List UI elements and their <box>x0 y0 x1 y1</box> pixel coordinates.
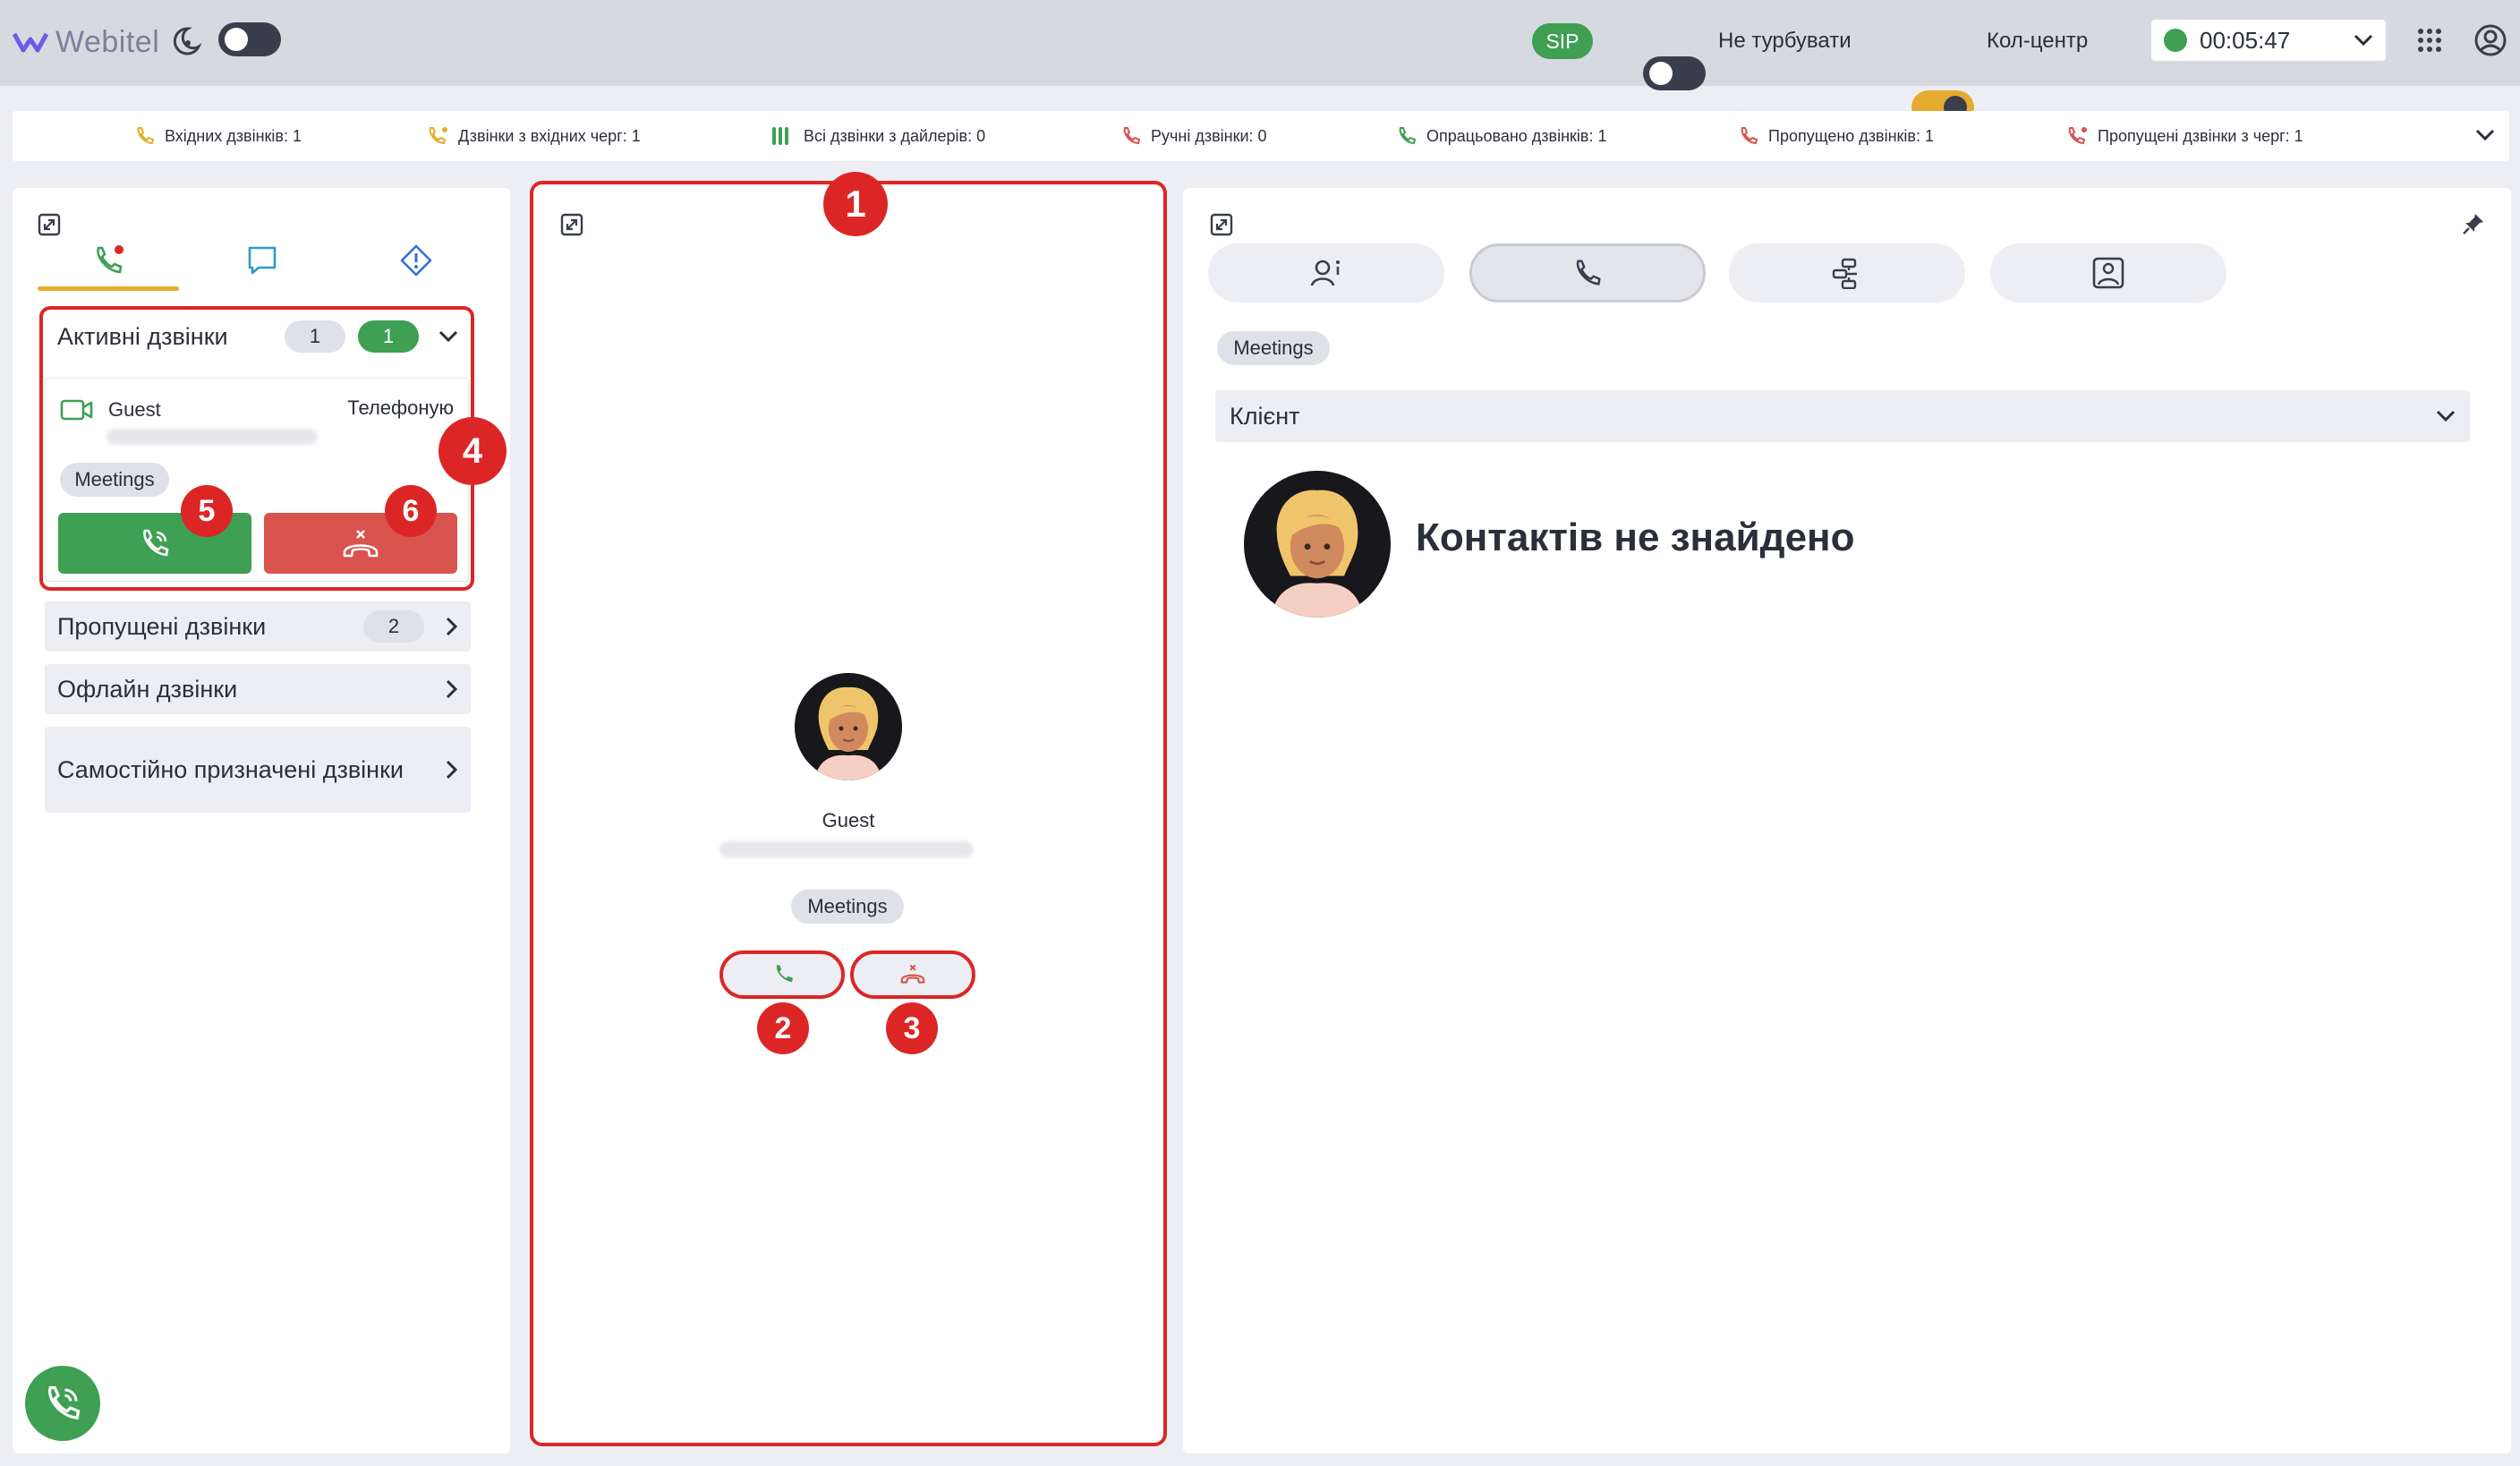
annotation-marker-1: 1 <box>823 172 888 236</box>
night-mode-icon[interactable] <box>168 23 204 59</box>
stat-label: Вхідних дзвінків: 1 <box>165 126 302 145</box>
tab-call-details[interactable] <box>1469 243 1706 303</box>
status-timer-select[interactable]: 00:05:47 <box>2151 20 2386 61</box>
logo-text: Webitel <box>55 24 160 59</box>
client-section-header[interactable]: Клієнт <box>1215 390 2470 442</box>
missed-calls-count: 2 <box>363 610 424 643</box>
incoming-call-icon <box>137 127 155 145</box>
call-tag: Meetings <box>1217 331 1330 365</box>
dialer-icon <box>772 127 788 145</box>
tab-flow[interactable] <box>1729 243 1965 303</box>
theme-toggle[interactable] <box>218 22 281 56</box>
stat-incoming: Вхідних дзвінків: 1 <box>134 111 302 161</box>
stat-missed-queue: Пропущені дзвінки з черг: 1 <box>2065 111 2303 161</box>
chevron-right-icon <box>446 617 458 636</box>
tab-client-info[interactable] <box>1208 243 1444 303</box>
stat-label: Всі дзвінки з дайлерів: 0 <box>804 126 986 145</box>
chevron-right-icon <box>446 760 458 780</box>
annotation-marker-3: 3 <box>886 1002 938 1054</box>
tab-calls[interactable] <box>38 231 179 290</box>
callcenter-label: Кол-центр <box>1987 29 2089 53</box>
annotation-marker-2: 2 <box>757 1002 809 1054</box>
flow-diagram-icon <box>1832 258 1857 289</box>
annotation-marker-5: 5 <box>181 485 233 537</box>
missed-call-icon <box>1741 127 1758 145</box>
status-timer: 00:05:47 <box>2200 26 2291 54</box>
client-label: Клієнт <box>1230 402 1300 430</box>
dnd-toggle[interactable] <box>1643 56 1706 90</box>
status-dot <box>2164 29 2187 52</box>
stat-label: Ручні дзвінки: 0 <box>1151 126 1267 145</box>
dnd-label: Не турбувати <box>1718 29 1852 53</box>
stat-missed: Пропущено дзвінків: 1 <box>1738 111 1934 161</box>
phone-ringing-icon <box>47 1385 81 1420</box>
user-profile-icon[interactable] <box>2473 23 2507 57</box>
pin-icon[interactable] <box>2461 211 2486 236</box>
alert-icon <box>400 244 432 277</box>
annotation-box-reject <box>850 950 975 999</box>
annotation-box-active-calls <box>39 306 474 591</box>
stat-queue-incoming: Дзвінки з вхідних черг: 1 <box>426 111 641 161</box>
stat-manual: Ручні дзвінки: 0 <box>1120 111 1267 161</box>
stat-label: Пропущені дзвінки з черг: 1 <box>2098 126 2303 145</box>
stat-dialer: Всі дзвінки з дайлерів: 0 <box>771 111 985 161</box>
sip-badge: SIP <box>1532 23 1593 59</box>
tab-chat[interactable] <box>192 231 333 290</box>
missed-calls-title: Пропущені дзвінки <box>57 612 267 640</box>
stat-label: Дзвінки з вхідних черг: 1 <box>458 126 641 145</box>
image-icon <box>2092 257 2124 289</box>
apps-grid-icon[interactable] <box>2416 27 2443 54</box>
annotation-marker-6: 6 <box>385 485 437 537</box>
webitel-logo-icon <box>13 32 48 53</box>
right-panel <box>1183 188 2511 1453</box>
self-assigned-calls-row[interactable]: Самостійно призначені дзвінки <box>45 727 471 813</box>
active-tab-indicator <box>38 286 179 291</box>
annotation-box-accept <box>719 950 845 999</box>
offline-calls-title: Офлайн дзвінки <box>57 675 238 703</box>
chat-icon <box>248 246 277 275</box>
stat-processed: Опрацьовано дзвінків: 1 <box>1396 111 1607 161</box>
client-avatar <box>1244 471 1391 618</box>
stat-label: Опрацьовано дзвінків: 1 <box>1426 126 1607 145</box>
processed-call-icon <box>1399 127 1417 145</box>
phone-icon <box>97 245 123 274</box>
annotation-marker-4: 4 <box>438 417 507 485</box>
stat-label: Пропущено дзвінків: 1 <box>1768 126 1934 145</box>
chevron-down-icon <box>2354 34 2373 47</box>
chevron-down-icon <box>2436 410 2456 422</box>
missed-queue-call-icon <box>2068 127 2087 145</box>
missed-calls-row[interactable]: Пропущені дзвінки 2 <box>45 601 471 652</box>
top-bar <box>0 0 2520 86</box>
self-assigned-calls-title: Самостійно призначені дзвінки <box>57 756 404 783</box>
logo: Webitel <box>13 20 159 64</box>
no-contacts-message: Контактів не знайдено <box>1416 516 1855 559</box>
contact-info-icon <box>1310 260 1340 286</box>
tab-tasks[interactable] <box>345 231 487 290</box>
tab-gallery[interactable] <box>1990 243 2226 303</box>
phone-fab-button[interactable] <box>25 1366 100 1441</box>
offline-calls-row[interactable]: Офлайн дзвінки <box>45 664 471 714</box>
manual-call-icon <box>1123 127 1141 145</box>
chevron-right-icon <box>446 679 458 699</box>
call-stats-bar: Вхідних дзвінків: 1 Дзвінки з вхідних че… <box>13 111 2509 161</box>
expand-icon[interactable] <box>1210 213 1233 236</box>
person-avatar-icon <box>1244 471 1391 618</box>
chevron-down-icon[interactable] <box>2475 129 2495 141</box>
phone-icon <box>1576 260 1601 286</box>
queue-call-icon <box>429 127 447 145</box>
annotation-box-call-panel <box>530 181 1167 1446</box>
